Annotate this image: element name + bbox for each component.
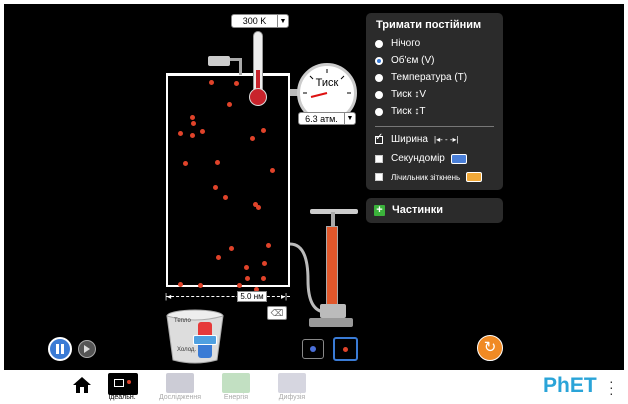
blue-particle-icon: [310, 346, 316, 352]
gas-particle: [216, 255, 221, 260]
chevron-down-icon[interactable]: ▼: [277, 15, 288, 27]
radio-pressure-t[interactable]: [375, 107, 383, 116]
gas-particle: [244, 265, 249, 270]
collision-counter-checkbox[interactable]: [375, 173, 383, 181]
tab-energy-label[interactable]: Енергія: [206, 394, 266, 401]
gas-particle: [215, 160, 220, 165]
ruler-left-arrow-icon: |◂: [165, 292, 172, 301]
heat-label: Тепло: [174, 318, 191, 324]
radio-temperature[interactable]: [375, 73, 383, 82]
reset-all-button[interactable]: ↻: [477, 335, 503, 361]
gas-particle: [178, 282, 183, 287]
heat-cool-slider-thumb[interactable]: [193, 335, 217, 345]
ruler-right-arrow-icon: ▸|: [281, 292, 288, 301]
home-icon[interactable]: [72, 376, 92, 394]
gas-particle: [198, 283, 203, 288]
reset-icon: ↻: [483, 339, 497, 356]
gas-particle: [245, 276, 250, 281]
tab-explore-icon[interactable]: [166, 373, 194, 393]
pause-button[interactable]: [48, 337, 72, 361]
thermometer-bulb: [249, 88, 267, 106]
tab-ideal-icon[interactable]: [108, 373, 138, 395]
tab-diffusion-icon[interactable]: [278, 373, 306, 393]
gas-particle: [237, 283, 242, 288]
collision-counter-icon: [466, 172, 483, 182]
pressure-readout[interactable]: 6.3 атм. ▼: [298, 112, 356, 125]
step-icon: [84, 345, 90, 353]
gas-particle: [178, 131, 183, 136]
width-readout: 5.0 нм: [237, 291, 267, 302]
stopwatch-checkbox[interactable]: [375, 154, 383, 163]
gauge-label: Тиск: [315, 77, 339, 89]
erase-particles-button[interactable]: ⌫: [267, 306, 287, 320]
light-species-button[interactable]: [333, 337, 358, 361]
gas-particle: [190, 133, 195, 138]
gas-particle: [200, 129, 205, 134]
phet-logo: PhET: [543, 374, 597, 397]
tab-ideal-label[interactable]: Ідеальн.: [92, 394, 152, 401]
hold-constant-panel: Тримати постійним Нічого Об'єм (V) Темпе…: [366, 13, 503, 190]
gas-particle: [227, 102, 232, 107]
width-ruler-line: [166, 296, 290, 298]
chevron-down-icon[interactable]: ▼: [344, 113, 355, 124]
width-arrows-icon: |◂- - -▸|: [433, 135, 459, 144]
stopwatch-icon: [450, 153, 467, 164]
gas-particle: [223, 195, 228, 200]
lid-handle[interactable]: [208, 56, 230, 66]
navigation-bar: Ідеальн. Дослідження Енергія Дифузія PhE…: [0, 370, 628, 404]
radio-volume[interactable]: [375, 56, 383, 65]
tab-diffusion-label[interactable]: Дифузія: [262, 394, 322, 401]
pump-hose: [289, 242, 327, 314]
temperature-value: 300 K: [242, 16, 267, 26]
gas-particle: [262, 261, 267, 266]
lid-handle-arm: [230, 58, 242, 75]
radio-pressure-v[interactable]: [375, 90, 383, 99]
collision-counter-checkbox-row[interactable]: Лічильник зіткнень: [375, 172, 483, 182]
gas-particle: [229, 246, 234, 251]
gas-particle: [191, 121, 196, 126]
width-checkbox-row[interactable]: Ширина|◂- - -▸|: [375, 132, 459, 145]
gas-particle: [270, 168, 275, 173]
width-checkbox[interactable]: [375, 132, 383, 144]
gas-particle: [209, 80, 214, 85]
option-pressure-t[interactable]: Тиск ↕T: [375, 106, 426, 117]
hold-constant-title: Тримати постійним: [376, 19, 482, 31]
gas-particle: [261, 276, 266, 281]
heavy-species-button[interactable]: [302, 339, 324, 359]
thermometer-tube: [253, 31, 263, 93]
menu-kebab-icon[interactable]: · · ·: [609, 374, 614, 400]
gas-particle: [234, 81, 239, 86]
panel-divider: [375, 126, 494, 127]
step-button[interactable]: [78, 340, 96, 358]
particles-panel[interactable]: + Частинки: [366, 198, 503, 223]
gas-particle: [183, 161, 188, 166]
option-pressure-v[interactable]: Тиск ↕V: [375, 89, 426, 100]
cool-label: Холод.: [177, 347, 197, 353]
expand-plus-icon[interactable]: +: [374, 205, 385, 216]
gas-particle: [261, 128, 266, 133]
gas-particle: [266, 243, 271, 248]
pressure-value: 6.3 атм.: [305, 113, 338, 124]
stopwatch-checkbox-row[interactable]: Секундомір: [375, 153, 467, 164]
radio-nothing[interactable]: [375, 39, 383, 48]
tab-explore-label[interactable]: Дослідження: [150, 394, 210, 401]
gas-particle: [213, 185, 218, 190]
option-volume[interactable]: Об'єм (V): [375, 55, 435, 66]
eraser-icon: ⌫: [270, 308, 284, 318]
tab-energy-icon[interactable]: [222, 373, 250, 393]
option-temperature[interactable]: Температура (T): [375, 72, 467, 83]
gas-particle: [190, 115, 195, 120]
simulation-area: 300 K ▼ Тиск 6.3 атм. ▼ |◂ ▸| 5.0 нм ⌫ Т…: [4, 4, 624, 370]
option-nothing[interactable]: Нічого: [375, 38, 420, 49]
red-particle-icon: [343, 347, 348, 352]
gas-particle: [256, 205, 261, 210]
temperature-readout[interactable]: 300 K ▼: [231, 14, 289, 28]
particles-panel-label: Частинки: [392, 204, 444, 216]
gas-particle: [250, 136, 255, 141]
